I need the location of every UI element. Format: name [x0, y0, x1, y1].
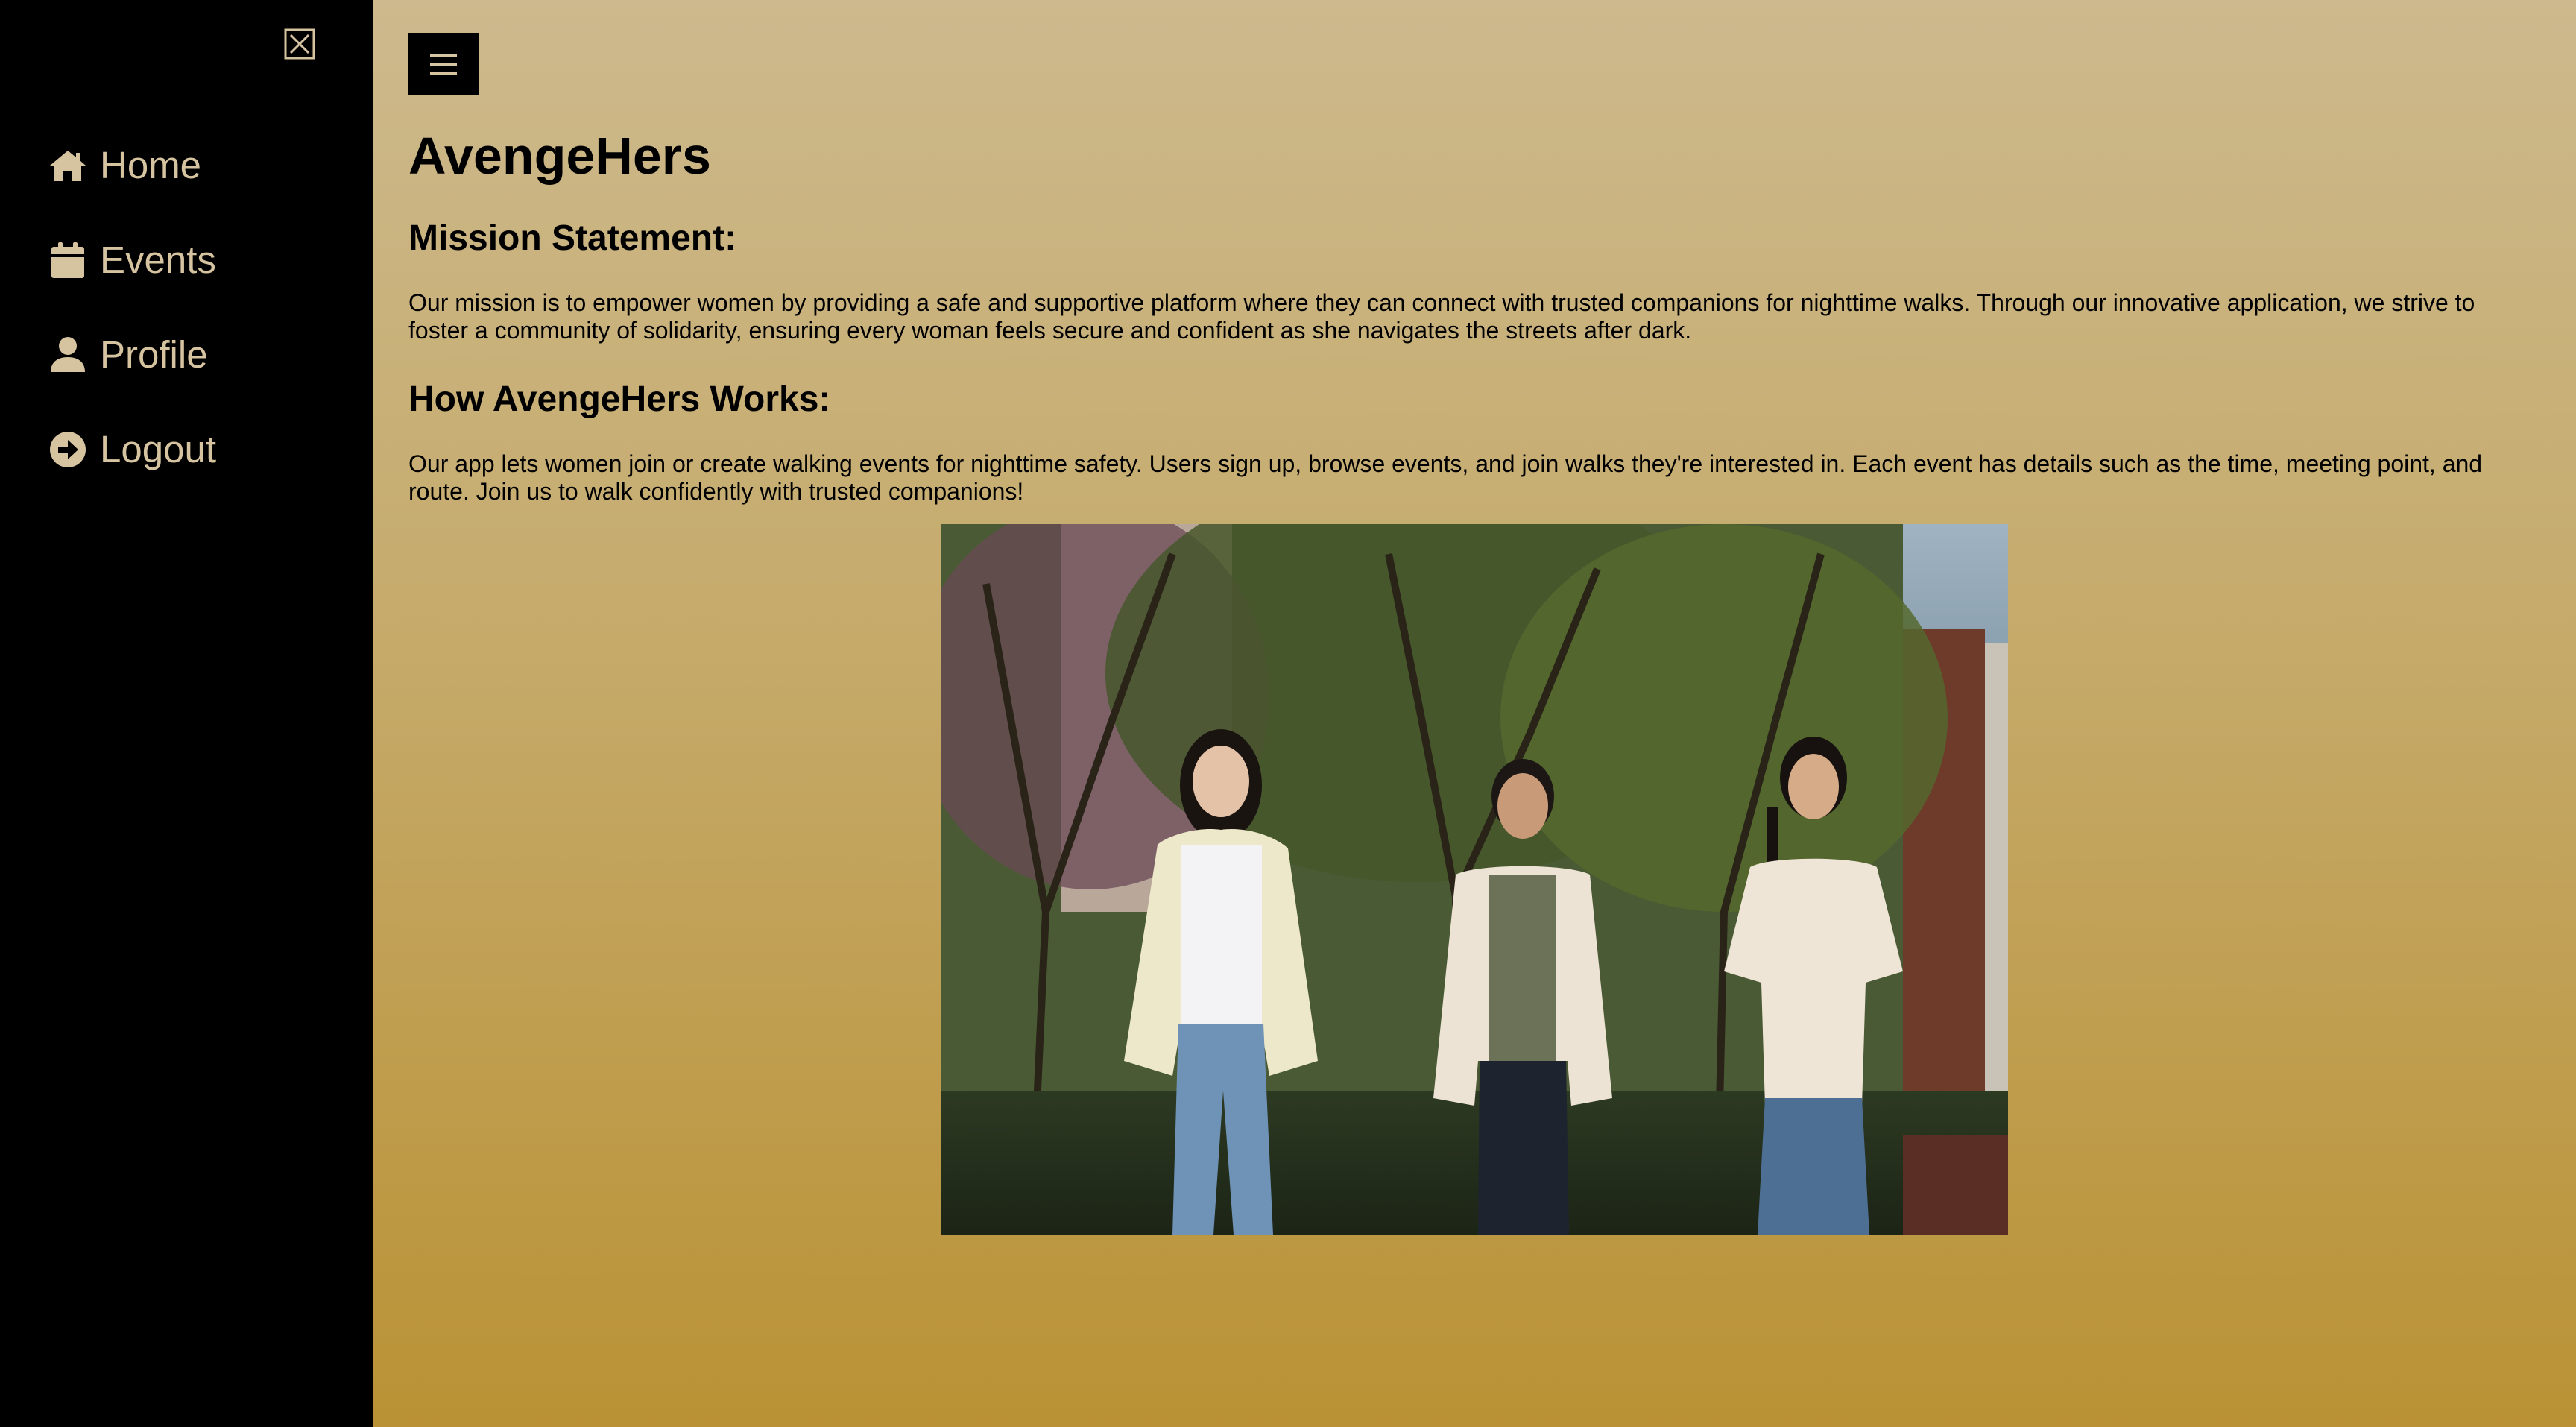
close-icon — [284, 28, 315, 60]
sidebar-item-label: Logout — [100, 428, 216, 470]
sidebar-item-label: Home — [100, 144, 202, 186]
logout-icon — [46, 428, 89, 471]
user-icon — [46, 333, 89, 377]
page-title: AvengeHers — [408, 127, 711, 185]
sidebar: Home Events Profile Logout — [0, 0, 373, 1427]
close-sidebar-button[interactable] — [284, 28, 315, 60]
sidebar-item-home[interactable]: Home — [46, 118, 216, 212]
main-content: AvengeHers Mission Statement: Our missio… — [373, 0, 2576, 1427]
hero-image — [941, 524, 2008, 1235]
how-it-works-heading: How AvengeHers Works: — [408, 379, 831, 419]
sidebar-nav: Home Events Profile Logout — [46, 118, 216, 497]
mission-heading: Mission Statement: — [408, 218, 737, 258]
sidebar-item-profile[interactable]: Profile — [46, 307, 216, 402]
sidebar-item-label: Events — [100, 239, 216, 281]
home-icon — [46, 144, 89, 187]
sidebar-item-logout[interactable]: Logout — [46, 402, 216, 497]
hamburger-icon — [430, 54, 457, 75]
how-it-works-text: Our app lets women join or create walkin… — [408, 450, 2483, 505]
menu-toggle-button[interactable] — [408, 33, 479, 95]
article: AvengeHers Mission Statement: Our missio… — [408, 125, 2525, 538]
calendar-icon — [46, 239, 89, 282]
sidebar-item-events[interactable]: Events — [46, 212, 216, 307]
sidebar-item-label: Profile — [100, 333, 208, 376]
mission-text: Our mission is to empower women by provi… — [408, 289, 2475, 344]
